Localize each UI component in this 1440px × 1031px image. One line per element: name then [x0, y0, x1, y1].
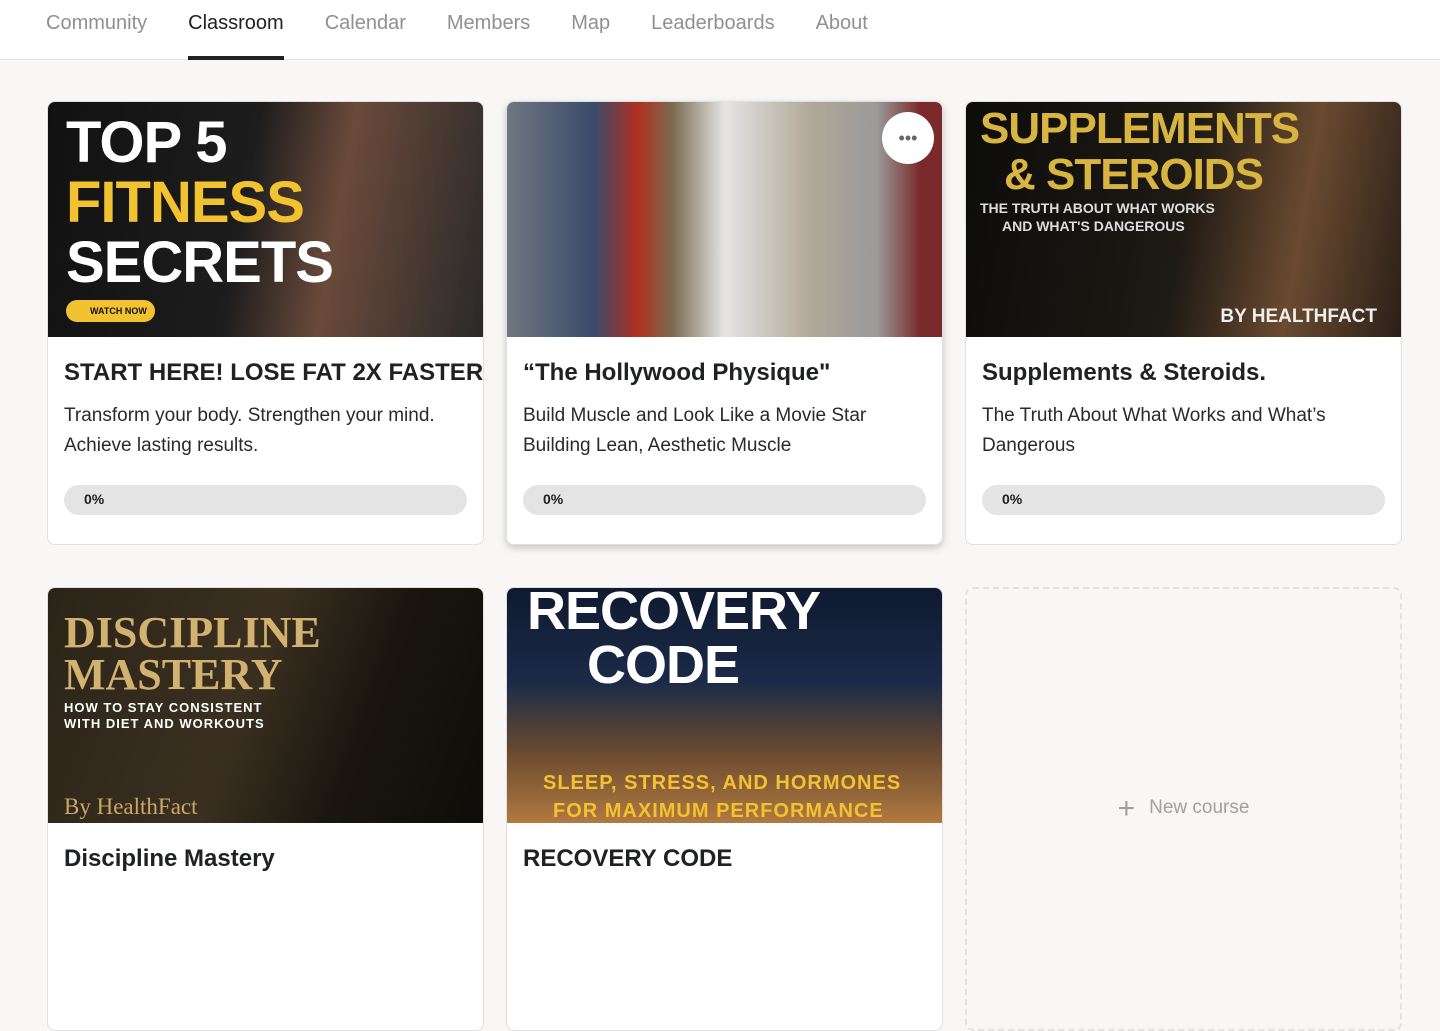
- course-description: Build Muscle and Look Like a Movie Star B…: [523, 405, 867, 456]
- thumb-text: THE TRUTH ABOUT WHAT WORKS: [980, 200, 1215, 216]
- thumb-text: SLEEP, STRESS, AND HORMONES: [543, 772, 902, 794]
- watch-now-badge: WATCH NOW: [66, 300, 155, 322]
- course-title: Discipline Mastery: [64, 845, 275, 872]
- course-card[interactable]: TOP 5 FITNESS SECRETS WATCH NOW START HE…: [47, 101, 484, 545]
- thumb-text: WITH DIET AND WORKOUTS: [64, 716, 265, 731]
- progress-bar: 0%: [523, 485, 926, 515]
- course-thumbnail: TOP 5 FITNESS SECRETS WATCH NOW: [48, 102, 483, 337]
- tab-map[interactable]: Map: [571, 0, 610, 60]
- thumb-text: & STEROIDS: [1004, 150, 1264, 199]
- course-thumbnail: •••: [507, 102, 942, 337]
- course-card[interactable]: RECOVERY CODE SLEEP, STRESS, AND HORMONE…: [506, 587, 943, 1031]
- tab-classroom[interactable]: Classroom: [188, 0, 284, 60]
- tab-calendar[interactable]: Calendar: [325, 0, 406, 60]
- tab-about[interactable]: About: [816, 0, 868, 60]
- course-thumbnail: RECOVERY CODE SLEEP, STRESS, AND HORMONE…: [507, 588, 942, 823]
- course-card[interactable]: SUPPLEMENTS & STEROIDS THE TRUTH ABOUT W…: [965, 101, 1402, 545]
- course-thumbnail: SUPPLEMENTS & STEROIDS THE TRUTH ABOUT W…: [966, 102, 1401, 337]
- course-card[interactable]: ••• “The Hollywood Physique" Build Muscl…: [506, 101, 943, 545]
- new-course-button[interactable]: + New course: [965, 587, 1402, 1031]
- course-title: “The Hollywood Physique": [523, 359, 831, 386]
- thumb-text: RECOVERY: [527, 588, 821, 641]
- top-nav: Community Classroom Calendar Members Map…: [0, 0, 1440, 60]
- thumb-text: MASTERY: [64, 650, 283, 699]
- thumb-text: FOR MAXIMUM PERFORMANCE: [553, 800, 884, 822]
- more-options-icon[interactable]: •••: [882, 112, 934, 164]
- thumb-text: TOP 5: [66, 110, 228, 175]
- thumb-text: SECRETS: [66, 230, 334, 295]
- course-grid: TOP 5 FITNESS SECRETS WATCH NOW START HE…: [47, 101, 1402, 1031]
- course-description: The Truth About What Works and What’s Dan…: [982, 405, 1326, 456]
- course-card[interactable]: DISCIPLINE MASTERY HOW TO STAY CONSISTEN…: [47, 587, 484, 1031]
- thumb-text: CODE: [587, 635, 740, 695]
- thumb-text: BY HEALTHFACT: [1220, 306, 1377, 327]
- course-title: Supplements & Steroids.: [982, 359, 1267, 386]
- course-thumbnail: DISCIPLINE MASTERY HOW TO STAY CONSISTEN…: [48, 588, 483, 823]
- tab-leaderboards[interactable]: Leaderboards: [651, 0, 774, 60]
- thumb-text: AND WHAT'S DANGEROUS: [1002, 218, 1185, 234]
- plus-icon: +: [1117, 792, 1136, 825]
- tab-members[interactable]: Members: [447, 0, 530, 60]
- new-course-label: New course: [1149, 797, 1250, 818]
- course-description: Transform your body. Strengthen your min…: [64, 405, 435, 456]
- thumb-text: SUPPLEMENTS: [980, 104, 1300, 153]
- thumb-text: FITNESS: [66, 170, 305, 235]
- thumb-text: HOW TO STAY CONSISTENT: [64, 700, 263, 715]
- course-title: RECOVERY CODE: [523, 845, 733, 872]
- thumb-text: By HealthFact: [64, 794, 198, 819]
- thumb-text: DISCIPLINE: [64, 608, 321, 657]
- progress-bar: 0%: [982, 485, 1385, 515]
- tab-community[interactable]: Community: [46, 0, 147, 60]
- progress-bar: 0%: [64, 485, 467, 515]
- course-title: START HERE! LOSE FAT 2X FASTER: [64, 359, 484, 386]
